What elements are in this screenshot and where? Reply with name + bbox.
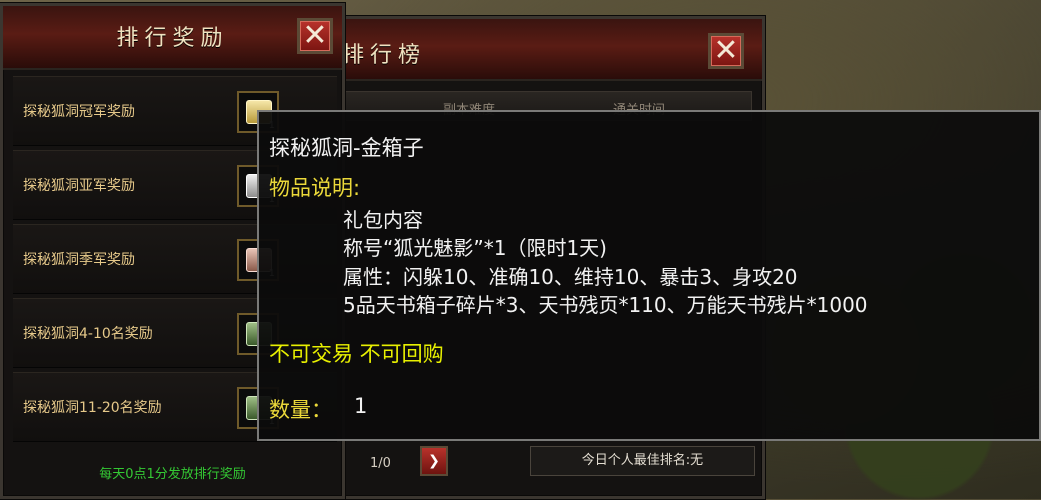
best-rank-display: 今日个人最佳排名:无 [530, 446, 755, 476]
reward-label: 探秘狐洞亚军奖励 [23, 178, 135, 194]
ranking-close-button[interactable]: ✕ [708, 33, 744, 69]
ranking-board-header: 排行榜 ✕ [330, 19, 762, 81]
tooltip-quantity-value: 1 [354, 394, 368, 418]
next-page-button[interactable]: ❯ [420, 446, 448, 476]
rewards-header: 排行奖励 ✕ [3, 6, 342, 70]
tooltip-line: 属性：闪躲10、准确10、维持10、暴击3、身攻20 [343, 265, 798, 289]
tooltip-trade-restriction: 不可交易 不可回购 [269, 342, 444, 366]
tooltip-item-name: 探秘狐洞-金箱子 [269, 136, 424, 160]
chevron-right-icon: ❯ [428, 453, 440, 469]
close-icon: ✕ [713, 33, 739, 68]
tooltip-line: 礼包内容 [343, 208, 423, 232]
reward-label: 探秘狐洞4-10名奖励 [23, 326, 153, 342]
rewards-close-button[interactable]: ✕ [297, 18, 333, 54]
item-tooltip: 探秘狐洞-金箱子 物品说明: 礼包内容 称号“狐光魅影”*1（限时1天) 属性：… [257, 110, 1041, 441]
rewards-footer-note: 每天0点1分发放排行奖励 [99, 467, 246, 482]
reward-label: 探秘狐洞季军奖励 [23, 252, 135, 268]
reward-label: 探秘狐洞冠军奖励 [23, 104, 135, 120]
tooltip-line: 称号“狐光魅影”*1（限时1天) [343, 236, 607, 260]
tooltip-description-label: 物品说明: [269, 176, 361, 200]
reward-label: 探秘狐洞11-20名奖励 [23, 400, 162, 416]
close-icon: ✕ [302, 18, 328, 53]
rewards-title: 排行奖励 [116, 26, 229, 51]
tooltip-line: 5品天书箱子碎片*3、天书残页*110、万能天书残片*1000 [343, 293, 868, 317]
tooltip-quantity-label: 数量： [269, 398, 332, 422]
ranking-board-title: 排行榜 [342, 43, 427, 68]
page-indicator: 1/0 [370, 456, 391, 471]
